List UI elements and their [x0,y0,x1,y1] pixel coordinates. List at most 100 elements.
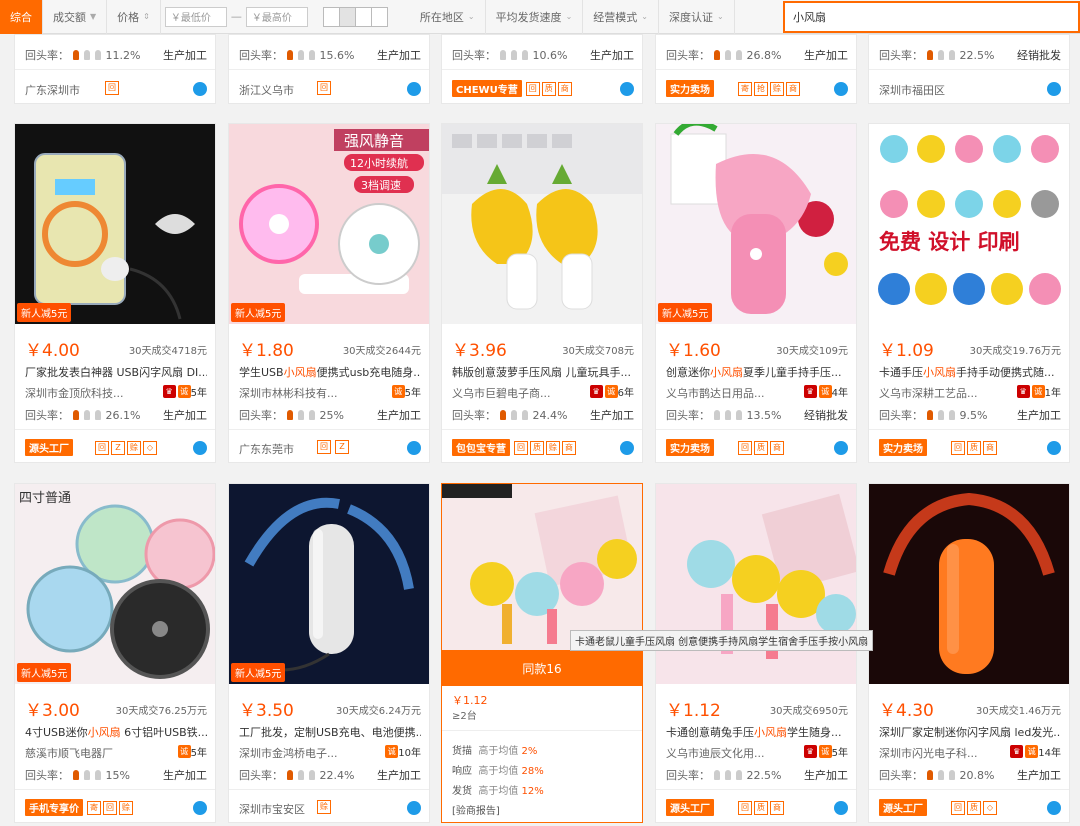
shop-name[interactable]: 义乌市鹊达日用品... [666,385,786,401]
product-card[interactable]: 四寸普通 新人减5元 ￥3.00 30天成交76.25万元 4寸USB迷你小风扇… [14,483,216,823]
chat-icon[interactable] [193,441,207,455]
product-image[interactable]: 新人减5元 [229,484,429,684]
sales-30d: 30天成交708元 [562,346,634,357]
store-tag[interactable]: CHEWU专营 [452,80,522,97]
filter-ship-speed[interactable]: 平均发货速度 ⌄ [486,0,584,34]
title-text: 卡通手压 [879,366,923,379]
product-title[interactable]: 工厂批发，定制USB充电、电池便携... [239,724,421,740]
chat-icon[interactable] [1047,801,1061,815]
view-toggle-seg[interactable] [322,6,340,27]
product-card[interactable]: 回头率： 11.2% 生产加工 广东深圳市 回 [14,34,216,104]
product-card[interactable]: 新人减5元 ￥3.50 30天成交6.24万元 工厂批发，定制USB充电、电池便… [228,483,430,823]
view-toggle-seg[interactable] [338,6,356,27]
store-tag[interactable]: 源头工厂 [25,439,73,456]
chat-icon[interactable] [407,441,421,455]
shop-name[interactable]: 慈溪市顺飞电器厂 [25,745,145,761]
max-price-input[interactable]: ￥最高价 [245,6,308,27]
product-image[interactable]: 四寸普通 新人减5元 [15,484,215,684]
product-card[interactable]: ￥3.96 30天成交708元 韩版创意菠萝手压风扇 儿童玩具手... 义乌市巨… [441,123,643,463]
store-tag[interactable]: 手机专享价 [25,799,83,816]
view-toggle-seg[interactable] [354,6,372,27]
shop-name[interactable]: 义乌市巨碧电子商... [452,385,572,401]
product-card-hovered[interactable]: 同款16 ￥1.12 ≥2台 货描 高于均值 2% 响应 高于均值 28% 发货… [441,483,643,823]
store-tag[interactable]: 实力卖场 [666,439,714,456]
product-card[interactable]: 回头率： 22.5% 经销批发 深圳市福田区 [868,34,1070,104]
product-card[interactable]: 强风静音 12小时续航 3档调速 新人减5元 ￥1.80 30天成交2644元 … [228,123,430,463]
product-image[interactable] [656,484,856,684]
sales-30d: 30天成交1.46万元 [976,706,1061,717]
shop-name[interactable]: 义乌市深耕工艺品... [879,385,999,401]
product-title[interactable]: 4寸USB迷你小风扇 6寸铝叶USB铁... [25,724,207,740]
chat-icon[interactable] [834,82,848,96]
min-price-input[interactable]: ￥最低价 [164,6,227,27]
product-image[interactable] [442,124,642,324]
shop-name[interactable]: 义乌市迪辰文化用... [666,745,786,761]
view-toggle-seg[interactable] [370,6,388,27]
store-tag[interactable]: 源头工厂 [879,799,927,816]
chat-icon[interactable] [834,801,848,815]
product-title[interactable]: 创意迷你小风扇夏季儿童手持手压... [666,364,848,380]
sort-composite[interactable]: 综合 [0,0,43,34]
product-image[interactable]: 免费 设计 印刷 [869,124,1069,324]
tag-row: 手机专享价寄回赊 [25,799,207,816]
product-title[interactable]: 学生USB小风扇便携式usb充电随身... [239,364,421,380]
filter-ship-speed-label: 平均发货速度 [495,10,562,24]
chat-icon[interactable] [834,441,848,455]
product-image-art: 免费 设计 印刷 [878,135,1061,305]
person-icon [927,410,933,420]
sort-price[interactable]: 价格 ⇕ [107,0,161,34]
metric-row: 货描 高于均值 2% [452,742,544,762]
inspection-report-link[interactable]: [验商报告] [452,802,544,822]
product-card[interactable]: 新人减5元 ￥4.00 30天成交4718元 厂家批发表白神器 USB闪字风扇 … [14,123,216,463]
business-type: 生产加工 [590,49,634,62]
return-rate: 回头率： 25% [239,407,344,423]
store-tag[interactable]: 源头工厂 [666,799,714,816]
view-toggle[interactable] [322,6,388,27]
store-tag[interactable]: 实力卖场 [879,439,927,456]
product-title[interactable]: 深圳厂家定制迷你闪字风扇 led发光... [879,724,1061,740]
product-image[interactable]: 强风静音 12小时续航 3档调速 新人减5元 [229,124,429,324]
filter-region[interactable]: 所在地区 ⌄ [410,0,486,34]
product-title[interactable]: 厂家批发表白神器 USB闪字风扇 DI... [25,364,207,380]
chat-icon[interactable] [1047,82,1061,96]
filter-mode[interactable]: 经营模式 ⌄ [583,0,659,34]
chat-icon[interactable] [1047,441,1061,455]
store-tag[interactable]: 包包宝专营 [452,439,510,456]
search-input[interactable]: 小风扇 [783,1,1080,33]
sort-volume[interactable]: 成交额 ▼ [43,0,108,34]
product-card[interactable]: 回头率： 10.6% 生产加工 CHEWU专营回质商 [441,34,643,104]
same-style-banner[interactable]: 同款16 [442,650,642,686]
product-card[interactable]: 免费 设计 印刷 ￥1.09 30天成交19.76万元 卡通手压小风扇手持手动便… [868,123,1070,463]
product-card[interactable]: ￥4.30 30天成交1.46万元 深圳厂家定制迷你闪字风扇 led发光... … [868,483,1070,823]
chat-icon[interactable] [193,82,207,96]
chat-icon[interactable] [407,801,421,815]
return-rate: 回头率： 22.5% [666,767,781,783]
product-image-art [34,153,195,320]
chat-icon[interactable] [407,82,421,96]
product-card[interactable]: 新人减5元 ￥1.60 30天成交109元 创意迷你小风扇夏季儿童手持手压...… [655,123,857,463]
product-image[interactable]: 新人减5元 [656,124,856,324]
shop-name[interactable]: 深圳市林彬科技有... [239,385,359,401]
product-card[interactable]: 回头率： 15.6% 生产加工 浙江义乌市 回 [228,34,430,104]
product-card[interactable]: ￥1.12 30天成交6950元 卡通创意萌兔手压小风扇学生随身... 义乌市迪… [655,483,857,823]
shop-name[interactable]: 深圳市闪光电子科... [879,745,999,761]
business-type: 生产加工 [804,49,848,62]
chat-icon[interactable] [620,82,634,96]
store-tag[interactable]: 实力卖场 [666,80,714,97]
crown-icon: ♛ [803,745,817,758]
product-title[interactable]: 卡通手压小风扇手持手动便携式随... [879,364,1061,380]
chat-icon[interactable] [193,801,207,815]
product-title[interactable]: 卡通创意萌兔手压小风扇学生随身... [666,724,848,740]
product-title[interactable]: 韩版创意菠萝手压风扇 儿童玩具手... [452,364,634,380]
shop-name[interactable]: 深圳市金鸿桥电子... [239,745,359,761]
sales-30d: 30天成交76.25万元 [115,706,207,717]
filter-depth[interactable]: 深度认证 ⌄ [659,0,735,34]
product-image[interactable] [442,484,642,650]
product-image[interactable] [869,484,1069,684]
product-image[interactable]: 新人减5元 [15,124,215,324]
chat-icon[interactable] [620,441,634,455]
return-rate-value: 20.8% [959,768,995,782]
person-icon [938,50,944,60]
shop-name[interactable]: 深圳市金顶欣科技... [25,385,145,401]
product-card[interactable]: 回头率： 26.8% 生产加工 实力卖场 寄抢赊商 [655,34,857,104]
